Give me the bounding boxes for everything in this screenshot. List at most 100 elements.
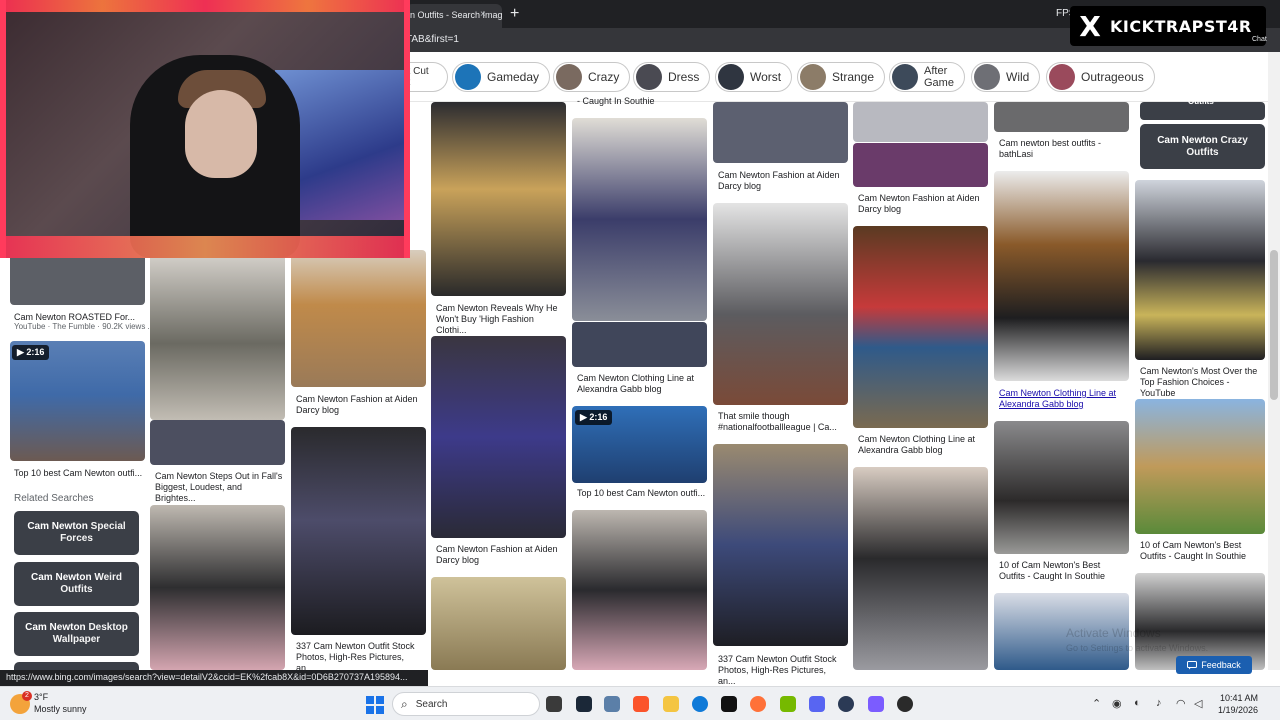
result-image[interactable] [713,444,848,646]
result-caption[interactable]: Cam Newton's Most Over the Top Fashion C… [1140,366,1265,399]
related-search-prefix: Cam Newton [1157,134,1221,146]
volume-icon[interactable]: ◁ [1194,697,1202,710]
chip-outrageous[interactable]: Outrageous [1046,62,1155,92]
result-image[interactable] [853,226,988,428]
tiktok-icon[interactable] [721,696,737,712]
chip-worst[interactable]: Worst [715,62,793,92]
result-caption[interactable]: Cam newton best outfits - bathLasi [999,138,1124,160]
related-search-prefix: Cam Newton [27,521,91,532]
chip-wild[interactable]: Wild [971,62,1041,92]
result-image[interactable] [150,250,285,420]
file-explorer-icon[interactable] [663,696,679,712]
chip-thumbnail [892,64,918,90]
related-search-weird-outfits[interactable]: Cam Newton Weird Outfits [14,562,139,606]
result-image[interactable] [431,577,566,670]
result-image[interactable] [1135,399,1265,534]
brave-browser-icon[interactable] [633,696,649,712]
windows-start-icon[interactable] [366,696,384,714]
result-caption[interactable]: - Caught In Southie [577,96,655,107]
result-image[interactable] [713,102,848,163]
chevron-up-icon[interactable]: ⌃ [1092,697,1101,710]
chip-after-game[interactable]: After Game [889,62,965,92]
result-caption[interactable]: Cam Newton Reveals Why He Won't Buy 'Hig… [436,303,564,336]
taskbar-search-box[interactable]: ⌕ Search [392,692,540,716]
related-search-desktop-wallpaper[interactable]: Cam Newton Desktop Wallpaper [14,612,139,656]
result-caption[interactable]: Cam Newton Clothing Line at Alexandra Ga… [999,388,1124,410]
result-caption[interactable]: 10 of Cam Newton's Best Outfits - Caught… [1140,540,1265,562]
result-image[interactable] [291,250,426,387]
result-image[interactable] [713,203,848,405]
result-caption[interactable]: Cam Newton Fashion at Aiden Darcy blog [858,193,983,215]
weather-temperature[interactable]: 3°F [34,692,48,702]
browser-tab-active[interactable]: n Outfits - Search Images [406,4,502,28]
result-caption[interactable]: Cam Newton Clothing Line at Alexandra Ga… [858,434,983,456]
result-caption[interactable]: That smile though #nationalfootballleagu… [718,411,843,433]
chat-label[interactable]: Chat [1252,36,1267,43]
result-caption[interactable]: 10 of Cam Newton's Best Outfits - Caught… [999,560,1124,582]
tray-app-icon[interactable]: ◐ [1134,697,1141,709]
weather-condition[interactable]: Mostly sunny [34,704,87,714]
microphone-icon[interactable]: ♪ [1156,697,1162,709]
result-caption[interactable]: Cam Newton Fashion at Aiden Darcy blog [296,394,421,416]
app-icon[interactable] [838,696,854,712]
result-caption[interactable]: Cam Newton Clothing Line at Alexandra Ga… [577,373,702,395]
webcam-frame-glow [404,0,410,258]
result-image[interactable] [994,421,1129,554]
result-image[interactable] [853,467,988,670]
edge-browser-icon[interactable] [692,696,708,712]
result-image[interactable] [572,118,707,321]
result-image[interactable] [994,102,1129,132]
related-search-label: Cam Newton Weird Outfits [20,572,133,596]
steam-icon[interactable] [576,696,592,712]
result-caption[interactable]: Cam Newton Fashion at Aiden Darcy blog [718,170,843,192]
result-image[interactable] [150,505,285,670]
chip-label: Gameday [487,70,540,84]
result-image-strip[interactable] [853,143,988,187]
result-image-strip[interactable] [572,322,707,367]
chip-dress[interactable]: Dress [633,62,711,92]
nvidia-icon[interactable] [780,696,796,712]
result-image-strip[interactable] [150,420,285,465]
result-caption[interactable]: Top 10 best Cam Newton outfi... [14,468,142,479]
app-icon[interactable] [868,696,884,712]
steam-tray-icon[interactable]: ◉ [1112,697,1122,710]
webcam-streamer-face [185,90,257,178]
related-search-special-forces[interactable]: Cam Newton Special Forces [14,511,139,555]
obs-icon[interactable] [897,696,913,712]
related-search-partial[interactable] [14,662,139,670]
chip-thumbnail [455,64,481,90]
clock-time[interactable]: 10:41 AM [1214,693,1258,703]
scrollbar-thumb[interactable] [1270,250,1278,400]
activate-windows-sub: Go to Settings to activate Windows. [1066,643,1209,653]
result-image[interactable] [431,102,566,296]
result-caption[interactable]: Cam Newton Steps Out in Fall's Biggest, … [155,471,285,504]
wifi-icon[interactable]: ◠ [1176,697,1186,710]
result-image[interactable] [291,427,426,635]
related-search-label: Outfits [1188,97,1214,106]
chip-strange[interactable]: Strange [797,62,886,92]
notepad-icon[interactable] [604,696,620,712]
result-image[interactable] [572,510,707,670]
result-image[interactable] [1135,180,1265,360]
clock-date[interactable]: 1/19/2026 [1210,705,1258,715]
result-image[interactable] [994,171,1129,381]
chip-label: Dress [668,70,700,84]
result-image[interactable] [431,336,566,538]
related-searches-heading: Related Searches [14,493,94,504]
close-icon[interactable]: × [480,9,486,20]
result-image[interactable] [10,250,145,305]
new-tab-button[interactable]: + [510,4,519,24]
task-view-icon[interactable] [546,696,562,712]
chip-gameday[interactable]: Gameday [452,62,551,92]
tab-title: n Outfits - Search Images [410,10,502,20]
related-search-crazy-outfits[interactable]: Cam Newton Crazy Outfits [1140,124,1265,169]
discord-icon[interactable] [809,696,825,712]
firefox-icon[interactable] [750,696,766,712]
chip-thumbnail [636,64,662,90]
feedback-button[interactable]: Feedback [1176,656,1252,674]
chip-crazy[interactable]: Crazy [553,62,631,92]
result-caption[interactable]: Cam Newton Fashion at Aiden Darcy blog [436,544,561,566]
result-caption[interactable]: Top 10 best Cam Newton outfi... [577,488,705,499]
result-caption[interactable]: 337 Cam Newton Outfit Stock Photos, High… [718,654,843,687]
result-image[interactable] [853,102,988,142]
